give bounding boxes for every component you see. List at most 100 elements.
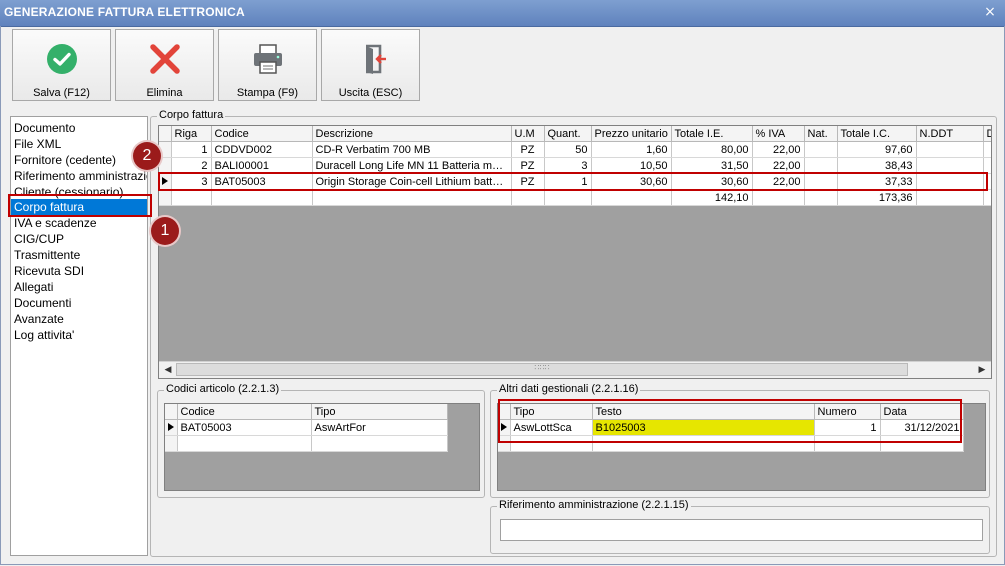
cell-empty[interactable] — [880, 435, 964, 452]
new-row-indicator[interactable] — [498, 435, 511, 452]
cell-codice[interactable]: BAT05003 — [177, 419, 312, 436]
nav-item-documenti[interactable]: Documenti — [11, 295, 147, 311]
cell-empty[interactable] — [510, 435, 593, 452]
cell-tipo[interactable]: AswLottSca — [510, 419, 593, 436]
section-list[interactable]: Documento File XML Fornitore (cedente) R… — [10, 116, 148, 556]
cell-iva[interactable]: 22,00 — [752, 173, 805, 190]
cell-empty[interactable] — [311, 435, 448, 452]
col-nddt[interactable]: N.DDT — [916, 126, 984, 142]
new-row[interactable] — [165, 435, 448, 452]
cell-iva[interactable]: 22,00 — [752, 141, 805, 158]
nav-item-cig-cup[interactable]: CIG/CUP — [11, 231, 147, 247]
cell-totale-ie[interactable]: 80,00 — [671, 141, 753, 158]
cell-empty[interactable] — [177, 435, 312, 452]
cell-descrizione[interactable]: CD-R Verbatim 700 MB — [312, 141, 512, 158]
corpo-grid[interactable]: Riga Codice Descrizione U.M Quant. Prezz… — [158, 125, 992, 379]
scroll-left-icon[interactable]: ◀ — [161, 363, 175, 377]
cell-iva[interactable]: 22,00 — [752, 157, 805, 174]
cell-numero[interactable]: 1 — [814, 419, 881, 436]
current-row-arrow-icon[interactable] — [159, 173, 172, 190]
row-indicator[interactable] — [159, 157, 172, 174]
cell-d[interactable] — [983, 157, 991, 174]
nav-item-file-xml[interactable]: File XML — [11, 136, 147, 152]
nav-item-cliente[interactable]: Cliente (cessionario) — [11, 184, 147, 200]
cell-totale-ic[interactable]: 97,60 — [837, 141, 917, 158]
altri-dati-grid[interactable]: Tipo Testo Numero Data AswLottSca B10250… — [497, 403, 986, 491]
col-descrizione[interactable]: Descrizione — [312, 126, 512, 142]
cell-quant[interactable]: 3 — [544, 157, 592, 174]
col-d[interactable]: D — [983, 126, 991, 142]
cell-d[interactable] — [983, 173, 991, 190]
col-iva[interactable]: % IVA — [752, 126, 805, 142]
cell-quant[interactable]: 50 — [544, 141, 592, 158]
col-nat[interactable]: Nat. — [804, 126, 838, 142]
col-totale-ic[interactable]: Totale I.C. — [837, 126, 917, 142]
new-row[interactable] — [498, 435, 964, 452]
new-row-indicator[interactable] — [165, 435, 178, 452]
cell-codice[interactable]: BAT05003 — [211, 173, 313, 190]
cell-descrizione[interactable]: Origin Storage Coin-cell Lithium batteri… — [312, 173, 512, 190]
cell-nddt[interactable] — [916, 141, 984, 158]
table-row-selected[interactable]: 3 BAT05003 Origin Storage Coin-cell Lith… — [159, 173, 991, 190]
cell-nat[interactable] — [804, 141, 838, 158]
cell-codice[interactable]: CDDVD002 — [211, 141, 313, 158]
nav-item-corpo-fattura[interactable]: Corpo fattura — [11, 199, 147, 216]
exit-button[interactable]: Uscita (ESC) — [321, 29, 420, 101]
table-row[interactable]: 2 BALI00001 Duracell Long Life MN 11 Bat… — [159, 157, 991, 174]
cell-riga[interactable]: 2 — [171, 157, 212, 174]
current-row-arrow-icon[interactable] — [165, 419, 178, 436]
current-row-arrow-icon[interactable] — [498, 419, 511, 436]
nav-item-log-attivita[interactable]: Log attivita' — [11, 327, 147, 343]
cell-totale-ic[interactable]: 38,43 — [837, 157, 917, 174]
cell-prezzo[interactable]: 10,50 — [591, 157, 672, 174]
cell-nat[interactable] — [804, 157, 838, 174]
cell-prezzo[interactable]: 1,60 — [591, 141, 672, 158]
col-codice[interactable]: Codice — [177, 404, 312, 420]
col-tipo[interactable]: Tipo — [510, 404, 593, 420]
cell-nddt[interactable] — [916, 157, 984, 174]
nav-item-riferimento-amministrazione[interactable]: Riferimento amministrazione — [11, 168, 147, 184]
cell-um[interactable]: PZ — [511, 141, 545, 158]
cell-riga[interactable]: 1 — [171, 141, 212, 158]
cell-d[interactable] — [983, 141, 991, 158]
col-prezzo-unitario[interactable]: Prezzo unitario — [591, 126, 672, 142]
cell-totale-ie[interactable]: 31,50 — [671, 157, 753, 174]
cell-codice[interactable]: BALI00001 — [211, 157, 313, 174]
save-button[interactable]: Salva (F12) — [12, 29, 111, 101]
cell-riga[interactable]: 3 — [171, 173, 212, 190]
col-riga[interactable]: Riga — [171, 126, 212, 142]
col-codice[interactable]: Codice — [211, 126, 313, 142]
cell-tipo[interactable]: AswArtFor — [311, 419, 448, 436]
col-um[interactable]: U.M — [511, 126, 545, 142]
col-quant[interactable]: Quant. — [544, 126, 592, 142]
cell-um[interactable]: PZ — [511, 173, 545, 190]
scroll-right-icon[interactable]: ▶ — [975, 363, 989, 377]
table-row[interactable]: BAT05003 AswArtFor — [165, 419, 448, 436]
col-data[interactable]: Data — [880, 404, 964, 420]
col-numero[interactable]: Numero — [814, 404, 881, 420]
col-testo[interactable]: Testo — [592, 404, 815, 420]
corpo-hscrollbar[interactable]: ◀ ∷∷∷ ▶ — [159, 361, 991, 378]
nav-item-trasmittente[interactable]: Trasmittente — [11, 247, 147, 263]
cell-totale-ie[interactable]: 30,60 — [671, 173, 753, 190]
cell-quant[interactable]: 1 — [544, 173, 592, 190]
scroll-thumb[interactable]: ∷∷∷ — [176, 363, 908, 376]
nav-item-iva-scadenze[interactable]: IVA e scadenze — [11, 215, 147, 231]
print-button[interactable]: Stampa (F9) — [218, 29, 317, 101]
cell-empty[interactable] — [592, 435, 815, 452]
cell-nddt[interactable] — [916, 173, 984, 190]
cell-data[interactable]: 31/12/2021 — [880, 419, 964, 436]
riferimento-amministrazione-input[interactable] — [500, 519, 983, 541]
table-row[interactable]: 1 CDDVD002 CD-R Verbatim 700 MB PZ 50 1,… — [159, 141, 991, 158]
close-icon[interactable]: × — [981, 3, 999, 21]
cell-empty[interactable] — [814, 435, 881, 452]
col-totale-ie[interactable]: Totale I.E. — [671, 126, 753, 142]
cell-descrizione[interactable]: Duracell Long Life MN 11 Batteria monous… — [312, 157, 512, 174]
col-tipo[interactable]: Tipo — [311, 404, 448, 420]
nav-item-documento[interactable]: Documento — [11, 120, 147, 136]
cell-nat[interactable] — [804, 173, 838, 190]
cell-totale-ic[interactable]: 37,33 — [837, 173, 917, 190]
nav-item-fornitore[interactable]: Fornitore (cedente) — [11, 152, 147, 168]
cell-testo[interactable]: B1025003 — [592, 419, 815, 436]
nav-item-avanzate[interactable]: Avanzate — [11, 311, 147, 327]
